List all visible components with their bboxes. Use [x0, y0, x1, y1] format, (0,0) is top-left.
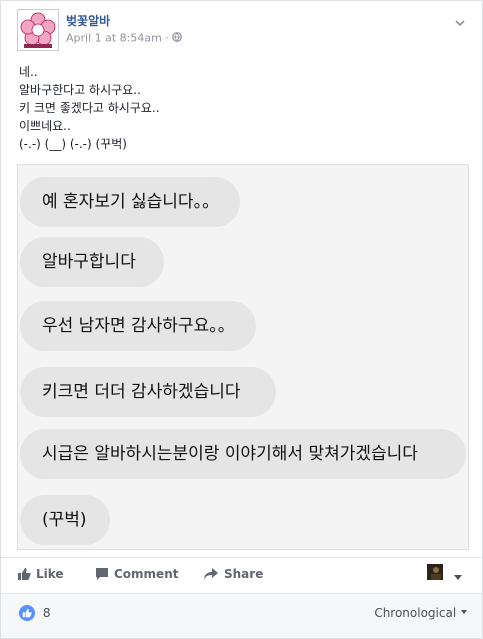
viewer-avatar[interactable]: [427, 564, 443, 580]
chat-bubble: 우선 남자면 감사하구요。。: [20, 301, 256, 351]
post-message: 네.. 알바구한다고 하시구요.. 키 크면 좋겠다고 하시구요.. 이쁘네요.…: [19, 63, 160, 153]
caret-down-icon[interactable]: [453, 567, 463, 586]
divider: [1, 557, 482, 558]
post-meta: April 1 at 8:54am ·: [66, 31, 183, 45]
comment-label: Comment: [114, 567, 179, 581]
chat-bubble: 시급은 알바하시는분이랑 이야기해서 맞쳐가겠습니다: [20, 429, 466, 479]
message-line: 네..: [19, 65, 38, 79]
message-line: 키 크면 좋겠다고 하시구요..: [19, 101, 160, 115]
comment-icon: [96, 568, 108, 580]
share-label: Share: [224, 567, 264, 581]
sort-dropdown[interactable]: Chronological: [374, 606, 468, 620]
chat-bubble: 알바구합니다: [20, 237, 164, 287]
page-name[interactable]: 벚꽃알바: [66, 12, 110, 29]
comment-button[interactable]: Comment: [95, 567, 178, 581]
post-timestamp[interactable]: April 1 at 8:54am: [66, 32, 162, 45]
chat-bubble: (꾸벅): [20, 495, 110, 545]
share-button[interactable]: Share: [203, 567, 263, 581]
share-arrow-icon: [204, 568, 218, 580]
like-count-value: 8: [42, 606, 51, 620]
post-footer: 8 Chronological: [1, 594, 482, 638]
like-button[interactable]: Like: [17, 567, 64, 581]
like-count[interactable]: 8: [19, 605, 50, 621]
sort-label: Chronological: [374, 606, 457, 620]
like-reaction-icon: [19, 605, 35, 621]
post-photo[interactable]: 예 혼자보기 싫습니다。。 알바구합니다 우선 남자면 감사하구요。。 키크면 …: [17, 164, 469, 550]
globe-icon: [172, 31, 183, 45]
message-line: 알바구한다고 하시구요..: [19, 83, 141, 97]
message-line: 이쁘네요..: [19, 119, 71, 133]
chat-bubble: 키크면 더더 감사하겠습니다: [20, 367, 276, 417]
chat-bubble: 예 혼자보기 싫습니다。。: [20, 177, 240, 227]
chevron-down-icon[interactable]: [453, 15, 467, 29]
action-bar: Like Comment Share: [17, 561, 467, 591]
meta-separator: ·: [165, 31, 169, 45]
avatar[interactable]: [17, 9, 59, 51]
like-label: Like: [36, 567, 64, 581]
post-card: 벚꽃알바 April 1 at 8:54am · 네.. 알바구한다고 하시구요…: [0, 0, 483, 639]
post-header: 벚꽃알바 April 1 at 8:54am ·: [17, 9, 467, 51]
thumbs-up-icon: [18, 568, 31, 580]
caret-down-icon: [461, 610, 467, 614]
message-line: (-.-) (__) (-.-) (꾸벅): [19, 137, 127, 151]
